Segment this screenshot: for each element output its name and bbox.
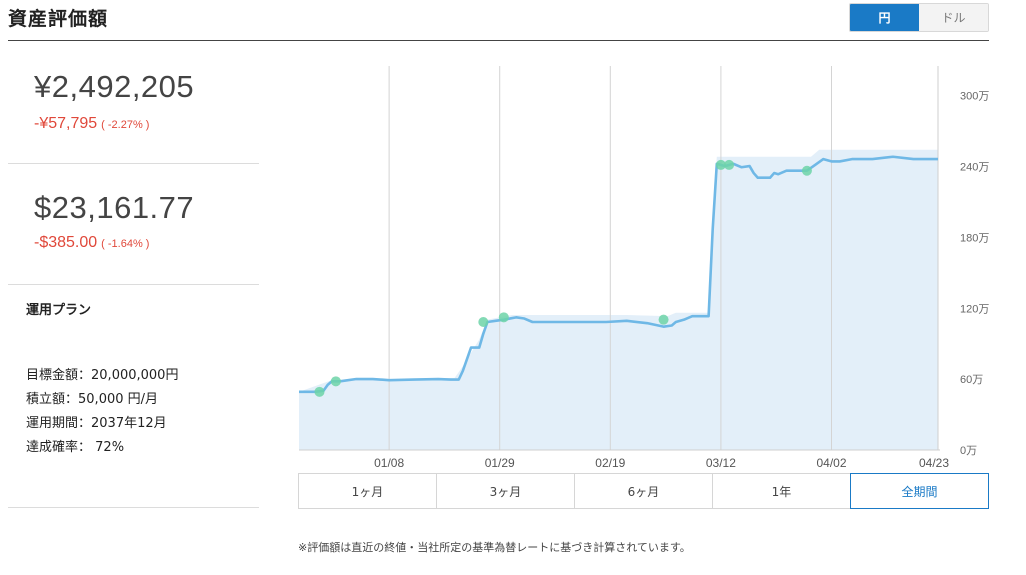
chart-x-tick-label: 03/12 xyxy=(706,456,736,470)
chart-area-fill xyxy=(299,149,938,451)
range-6-month-button[interactable]: 6ヶ月 xyxy=(575,474,713,508)
chart-y-tick-label: 180万 xyxy=(960,232,989,244)
asset-value-chart: 0万 60万 120万 180万 240万 300万 01/08 01/29 02/19 03/1… xyxy=(299,66,989,470)
chart-marker xyxy=(330,376,341,387)
chart-y-tick-label: 300万 xyxy=(960,91,989,103)
summary-divider xyxy=(8,507,259,508)
chart-x-tick-label: 01/29 xyxy=(485,456,515,470)
range-selector[interactable]: 1ヶ月 3ヶ月 6ヶ月 1年 全期間 xyxy=(298,473,989,509)
chart-marker xyxy=(478,317,489,327)
chart-x-tick-label: 04/02 xyxy=(816,456,846,470)
chart-y-tick-label: 60万 xyxy=(960,374,983,386)
range-1-month-button[interactable]: 1ヶ月 xyxy=(299,474,437,508)
chart-x-tick-label: 04/23 xyxy=(919,456,949,470)
chart-x-tick-label: 01/08 xyxy=(374,456,404,470)
chart-marker xyxy=(724,159,735,170)
chart-marker xyxy=(314,386,325,397)
footnote: ※評価額は直近の終値・当社所定の基準為替レートに基づき計算されています。 xyxy=(298,541,691,554)
chart-y-tick-label: 120万 xyxy=(960,303,989,315)
chart-y-tick-label: 0万 xyxy=(960,445,977,457)
chart-y-tick-label: 240万 xyxy=(960,162,989,174)
chart-x-tick-label: 02/19 xyxy=(595,456,625,470)
chart-marker xyxy=(658,314,669,325)
chart-marker xyxy=(498,312,509,323)
range-1-year-button[interactable]: 1年 xyxy=(713,474,851,508)
chart-marker xyxy=(801,165,812,176)
range-all-button[interactable]: 全期間 xyxy=(850,473,989,509)
range-3-month-button[interactable]: 3ヶ月 xyxy=(437,474,575,508)
